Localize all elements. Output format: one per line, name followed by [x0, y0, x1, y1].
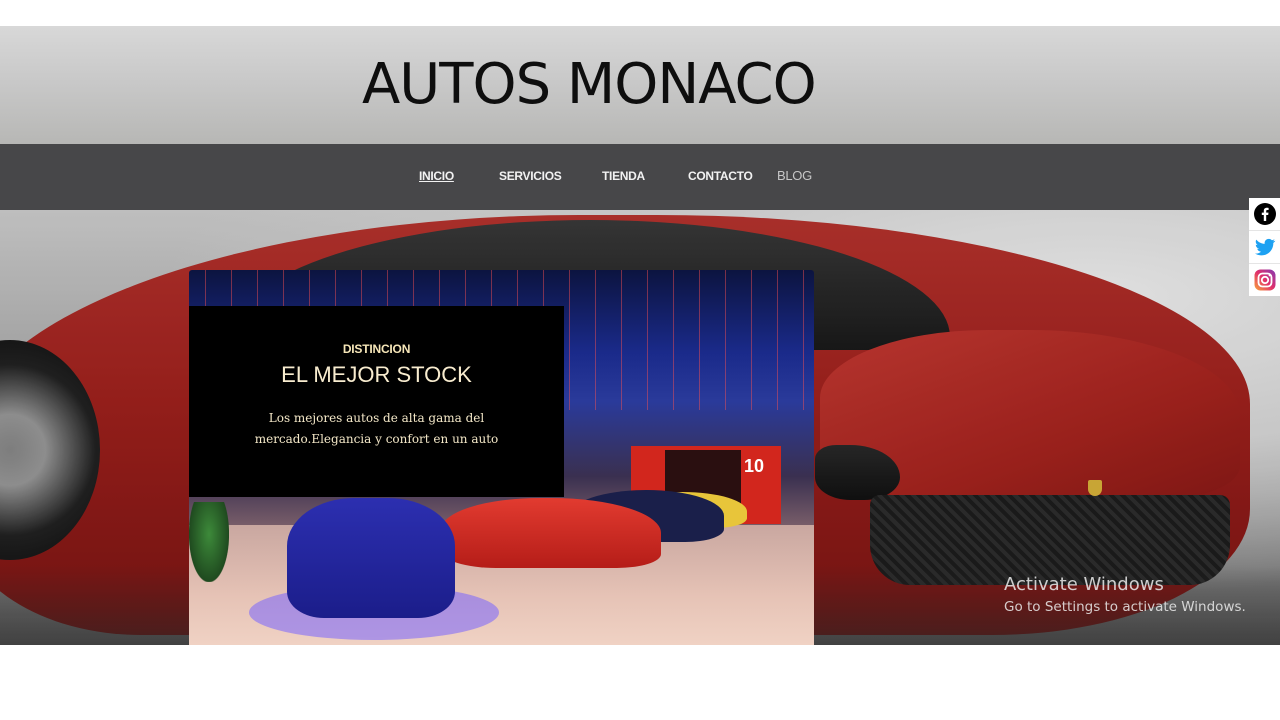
social-facebook-link[interactable]	[1249, 198, 1280, 230]
showroom-sign: 10	[744, 456, 765, 476]
info-heading: EL MEJOR STOCK	[281, 362, 472, 387]
watermark-title: Activate Windows	[1004, 574, 1164, 595]
social-instagram-link[interactable]	[1249, 263, 1280, 296]
nav-item-blog[interactable]: BLOG	[777, 169, 812, 183]
showroom-plant	[189, 502, 229, 582]
info-description: Los mejores autos de alta gama del merca…	[254, 411, 499, 446]
twitter-icon	[1254, 238, 1275, 256]
nav-item-inicio[interactable]: INICIO	[419, 169, 454, 183]
site-header: AUTOS MONACO	[0, 26, 1280, 144]
social-twitter-link[interactable]	[1249, 230, 1280, 263]
watermark-subtitle: Go to Settings to activate Windows.	[1004, 599, 1246, 615]
showroom-car-blue	[287, 498, 455, 618]
main-navbar: INICIO SERVICIOS TIENDA CONTACTO BLOG	[0, 144, 1280, 210]
info-card: DISTINCION EL MEJOR STOCK Los mejores au…	[189, 306, 564, 497]
instagram-icon	[1254, 269, 1275, 291]
facebook-icon	[1253, 203, 1276, 225]
site-title: AUTOS MONACO	[362, 52, 817, 117]
nav-item-servicios[interactable]: SERVICIOS	[499, 169, 562, 183]
nav-item-tienda[interactable]: TIENDA	[602, 169, 645, 183]
info-eyebrow: DISTINCION	[342, 342, 411, 356]
windows-activation-watermark: Activate Windows Go to Settings to activ…	[1004, 573, 1246, 617]
nav-item-contacto[interactable]: CONTACTO	[688, 169, 753, 183]
showroom-car-red	[441, 498, 661, 568]
